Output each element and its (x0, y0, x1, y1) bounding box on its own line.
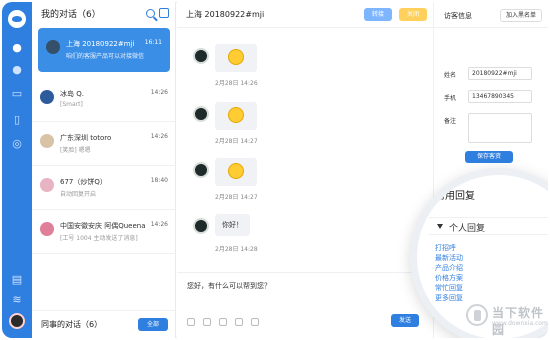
conversation-time: 18:40 (150, 177, 168, 184)
avatar (40, 90, 54, 104)
conversation-preview: [笑脸] 嗯嗯 (60, 147, 91, 154)
reply-group-bar[interactable]: 个人回复 (429, 217, 548, 235)
report-icon[interactable]: ▤ (11, 274, 23, 286)
emoji-picker-icon[interactable] (251, 318, 259, 326)
colleague-conversations-footer: 同事的对话（6） 全部 (32, 310, 176, 338)
watermark: 当下软件园 www.downxia.com (464, 302, 548, 337)
conversation-preview: [工号 1004 主动发送了消息] (60, 235, 138, 242)
left-rail: ● ● ▭ ▯ ◎ ▤ ≋ (2, 2, 32, 338)
file-icon[interactable] (203, 318, 211, 326)
field-label: 姓名 (444, 72, 457, 79)
conversation-name: 上海 20180922#mji (66, 40, 135, 48)
list-item[interactable]: 上海 20180922#mji 咱们的客服产品可以对接微信 16:11 (38, 28, 170, 72)
phone-icon[interactable]: ▯ (11, 114, 23, 126)
visitor-avatar (193, 218, 209, 234)
field-name: 姓名 20180922#mji (444, 66, 544, 84)
visitor-fields: 姓名 20180922#mji 手机 13467890345 备注 (444, 66, 544, 151)
list-item[interactable]: 广东深圳 totoro [笑脸] 嗯嗯 14:26 (32, 122, 176, 166)
user-avatar[interactable] (9, 313, 25, 329)
chat-icon[interactable]: ● (11, 42, 23, 54)
save-button[interactable]: 保存客资 (465, 151, 513, 163)
list-header: 我的对话（6） (32, 2, 175, 28)
avatar (46, 40, 60, 54)
reply-item[interactable]: 产品介绍 (435, 263, 548, 273)
visitor-avatar (193, 48, 209, 64)
note-field[interactable] (468, 113, 532, 143)
monitor-icon[interactable]: ▭ (11, 88, 23, 100)
frame: ● ● ▭ ▯ ◎ ▤ ≋ 我的对话（6） 上海 20180922#mji 咱们… (2, 2, 548, 338)
visitor-info-tab[interactable]: 访客信息 (444, 11, 472, 21)
emoji-icon (228, 107, 244, 123)
colleague-conversations-label: 同事的对话（6） (41, 320, 103, 329)
mic-icon[interactable] (235, 318, 243, 326)
reply-item[interactable]: 价格方案 (435, 273, 548, 283)
quick-reply-title: 常用回复 (435, 191, 475, 202)
all-button[interactable]: 全部 (138, 318, 168, 331)
chevron-down-icon (437, 224, 443, 229)
phone-field[interactable]: 13467890345 (468, 90, 532, 103)
name-field[interactable]: 20180922#mji (468, 67, 532, 80)
conversation-preview: 自动回复开启 (60, 191, 97, 198)
reply-items: 打招呼 最新活动 产品介绍 价格方案 常忙回复 更多回复 (435, 243, 548, 303)
message-time: 2月28日 14:27 (215, 138, 258, 145)
visitor-info-header: 访客信息 加入黑名单 (434, 2, 548, 28)
message-time: 2月28日 14:28 (215, 246, 258, 253)
list-title: 我的对话（6） (41, 10, 101, 20)
message-text: 你好！ (215, 214, 250, 236)
list-item[interactable]: 中国安徽安庆 阿偶Queena [工号 1004 主动发送了消息] 14:26 (32, 210, 176, 254)
field-phone: 手机 13467890345 (444, 89, 544, 107)
conversation-time: 14:26 (150, 133, 168, 140)
conversation-time: 16:11 (144, 39, 162, 46)
message-composer[interactable]: 您好，有什么可以帮到您？ 发送 (177, 272, 433, 338)
conversation-time: 14:26 (150, 221, 168, 228)
bird-logo-icon[interactable] (8, 10, 26, 28)
chat-area: 上海 20180922#mji 转接 关闭 2月28日 14:26 2月28日 … (177, 2, 433, 338)
reply-item[interactable]: 常忙回复 (435, 283, 548, 293)
watermark-sub: www.downxia.com (492, 320, 548, 327)
layers-icon[interactable]: ≋ (11, 294, 23, 306)
conversation-name: 中国安徽安庆 阿偶Queena (60, 222, 146, 230)
compass-icon[interactable]: ◎ (11, 138, 23, 150)
conversation-list: 上海 20180922#mji 咱们的客服产品可以对接微信 16:11 冰岛 Q… (32, 28, 176, 254)
app-window: ● ● ▭ ▯ ◎ ▤ ≋ 我的对话（6） 上海 20180922#mji 咱们… (0, 0, 550, 340)
message-time: 2月28日 14:26 (215, 80, 258, 87)
emoji-icon (228, 49, 244, 65)
conversation-list-panel: 我的对话（6） 上海 20180922#mji 咱们的客服产品可以对接微信 16… (32, 2, 176, 338)
link-icon[interactable] (219, 318, 227, 326)
conversation-name: 广东深圳 totoro (60, 134, 112, 142)
blacklist-button[interactable]: 加入黑名单 (500, 9, 542, 22)
reply-item[interactable]: 打招呼 (435, 243, 548, 253)
image-icon[interactable] (187, 318, 195, 326)
composer-tools (187, 318, 259, 326)
field-note: 备注 (444, 112, 544, 146)
visitor-avatar (193, 162, 209, 178)
conversation-time: 14:26 (150, 89, 168, 96)
emoji-icon (228, 163, 244, 179)
message-time: 2月28日 14:27 (215, 194, 258, 201)
chat-title: 上海 20180922#mji (186, 10, 265, 19)
list-item[interactable]: 677（炒饼Q） 自动回复开启 18:40 (32, 166, 176, 210)
search-icon[interactable] (146, 9, 155, 18)
reply-group-label: 个人回复 (449, 224, 486, 234)
wechat-icon[interactable]: ● (11, 64, 23, 76)
transfer-button[interactable]: 转接 (364, 8, 392, 21)
conversation-name: 冰岛 Q. (60, 90, 84, 98)
edit-icon[interactable] (159, 8, 169, 18)
chat-header: 上海 20180922#mji 转接 关闭 (177, 2, 433, 28)
reply-item[interactable]: 最新活动 (435, 253, 548, 263)
list-item[interactable]: 冰岛 Q. [Smart] 14:26 (32, 78, 176, 122)
composer-text[interactable]: 您好，有什么可以帮到您？ (187, 281, 271, 291)
field-label: 手机 (444, 95, 457, 102)
conversation-preview: 咱们的客服产品可以对接微信 (66, 53, 145, 60)
avatar (40, 222, 54, 236)
avatar (40, 178, 54, 192)
watermark-logo-icon (466, 304, 488, 326)
close-chat-button[interactable]: 关闭 (399, 8, 427, 21)
field-label: 备注 (444, 118, 457, 125)
conversation-preview: [Smart] (60, 101, 83, 108)
send-button[interactable]: 发送 (391, 314, 419, 327)
avatar (40, 134, 54, 148)
conversation-name: 677（炒饼Q） (60, 178, 107, 186)
visitor-avatar (193, 106, 209, 122)
